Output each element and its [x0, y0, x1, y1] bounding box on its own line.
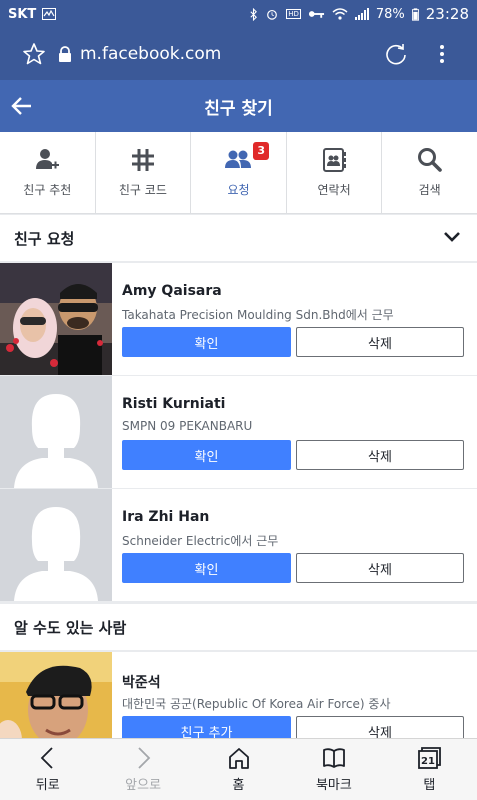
back-arrow-icon[interactable]: [10, 94, 34, 118]
tabs-icon: 21: [418, 747, 442, 769]
delete-button[interactable]: 삭제: [296, 327, 464, 357]
suggestion-subtitle: 대한민국 공군(Republic Of Korea Air Force) 중사: [122, 697, 391, 711]
add-friend-icon: [36, 149, 60, 169]
tab-suggestions[interactable]: 친구 추천: [0, 132, 96, 213]
friend-requests-header[interactable]: 친구 요청: [0, 215, 477, 261]
more-menu-icon[interactable]: [439, 44, 445, 64]
hd-voice-icon: HD: [286, 9, 301, 19]
requester-subtitle: SMPN 09 PEKANBARU: [122, 419, 253, 433]
nav-back[interactable]: 뒤로: [0, 739, 95, 800]
requester-subtitle: Takahata Precision Moulding Sdn.Bhd에서 근무: [122, 308, 394, 322]
confirm-button[interactable]: 확인: [122, 327, 291, 357]
profile-photo[interactable]: [0, 263, 112, 375]
nav-label: 뒤로: [35, 778, 60, 793]
tab-friend-code[interactable]: 친구 코드: [96, 132, 192, 213]
tab-label: 연락처: [317, 183, 351, 197]
section-title: 알 수도 있는 사람: [14, 618, 127, 637]
tab-label: 검색: [418, 183, 441, 197]
nav-bookmarks[interactable]: 북마크: [286, 739, 381, 800]
people-you-may-know-header: 알 수도 있는 사람: [0, 604, 477, 650]
nav-home[interactable]: 홈: [191, 739, 286, 800]
nav-label: 홈: [232, 778, 245, 793]
back-icon: [40, 747, 53, 769]
delete-button[interactable]: 삭제: [296, 440, 464, 470]
activity-icon: [42, 8, 57, 20]
lock-icon: [59, 46, 71, 62]
confirm-button[interactable]: 확인: [122, 440, 291, 470]
signal-icon: [354, 8, 369, 20]
tab-count: 21: [421, 756, 435, 767]
tab-search[interactable]: 검색: [382, 132, 477, 213]
nav-label: 북마크: [315, 778, 352, 793]
section-title: 친구 요청: [14, 229, 75, 248]
chevron-down-icon[interactable]: [443, 230, 461, 244]
contacts-icon: [323, 148, 347, 172]
key-icon: [308, 11, 324, 18]
requester-subtitle: Schneider Electric에서 근무: [122, 534, 279, 548]
tab-requests[interactable]: 요청 3: [191, 132, 287, 213]
friend-request-row: Ira Zhi Han Schneider Electric에서 근무 확인 삭…: [0, 489, 477, 601]
tab-label: 요청: [227, 183, 250, 197]
delete-button[interactable]: 삭제: [296, 553, 464, 583]
browser-bottom-nav: 뒤로 앞으로 홈 북마크 21 탭: [0, 738, 477, 800]
suggestion-name[interactable]: 박준석: [122, 672, 161, 692]
request-count-badge: 3: [253, 142, 270, 160]
friend-request-row: Risti Kurniati SMPN 09 PEKANBARU 확인 삭제: [0, 376, 477, 488]
nav-label: 앞으로: [125, 778, 162, 793]
star-icon[interactable]: [22, 42, 46, 66]
confirm-button[interactable]: 확인: [122, 553, 291, 583]
home-icon: [228, 748, 249, 769]
friend-request-row: Amy Qaisara Takahata Precision Moulding …: [0, 263, 477, 375]
clock: 23:28: [425, 5, 469, 23]
nav-tabs[interactable]: 21 탭: [382, 739, 477, 800]
requester-name[interactable]: Ira Zhi Han: [122, 509, 209, 525]
tab-label: 친구 코드: [118, 183, 167, 197]
nav-forward[interactable]: 앞으로: [95, 739, 190, 800]
reload-icon[interactable]: [385, 43, 407, 65]
friends-icon: [225, 150, 252, 168]
bluetooth-icon: [250, 7, 258, 21]
tab-label: 친구 추천: [23, 183, 72, 197]
tab-contacts[interactable]: 연락처: [287, 132, 383, 213]
status-bar: SKT HD 78% 23:28: [0, 0, 477, 28]
battery-percent: 78%: [375, 6, 405, 22]
default-avatar[interactable]: [0, 376, 112, 488]
page-header: 친구 찾기: [0, 80, 477, 132]
forward-icon: [138, 747, 151, 769]
search-icon: [417, 148, 442, 172]
bookmark-icon: [323, 748, 345, 768]
alarm-icon: [267, 9, 278, 20]
url-field[interactable]: m.facebook.com: [80, 44, 221, 64]
battery-icon: [411, 7, 419, 21]
page-title: 친구 찾기: [204, 98, 273, 119]
friends-tabs: 친구 추천 친구 코드 요청 3 연락처 검색: [0, 132, 477, 214]
wifi-icon: [332, 8, 348, 20]
requester-name[interactable]: Risti Kurniati: [122, 396, 225, 412]
browser-bar: m.facebook.com: [0, 28, 477, 80]
carrier-label: SKT: [8, 6, 37, 22]
default-avatar[interactable]: [0, 489, 112, 601]
nav-label: 탭: [423, 778, 436, 793]
hash-icon: [131, 149, 154, 171]
requester-name[interactable]: Amy Qaisara: [122, 283, 222, 299]
